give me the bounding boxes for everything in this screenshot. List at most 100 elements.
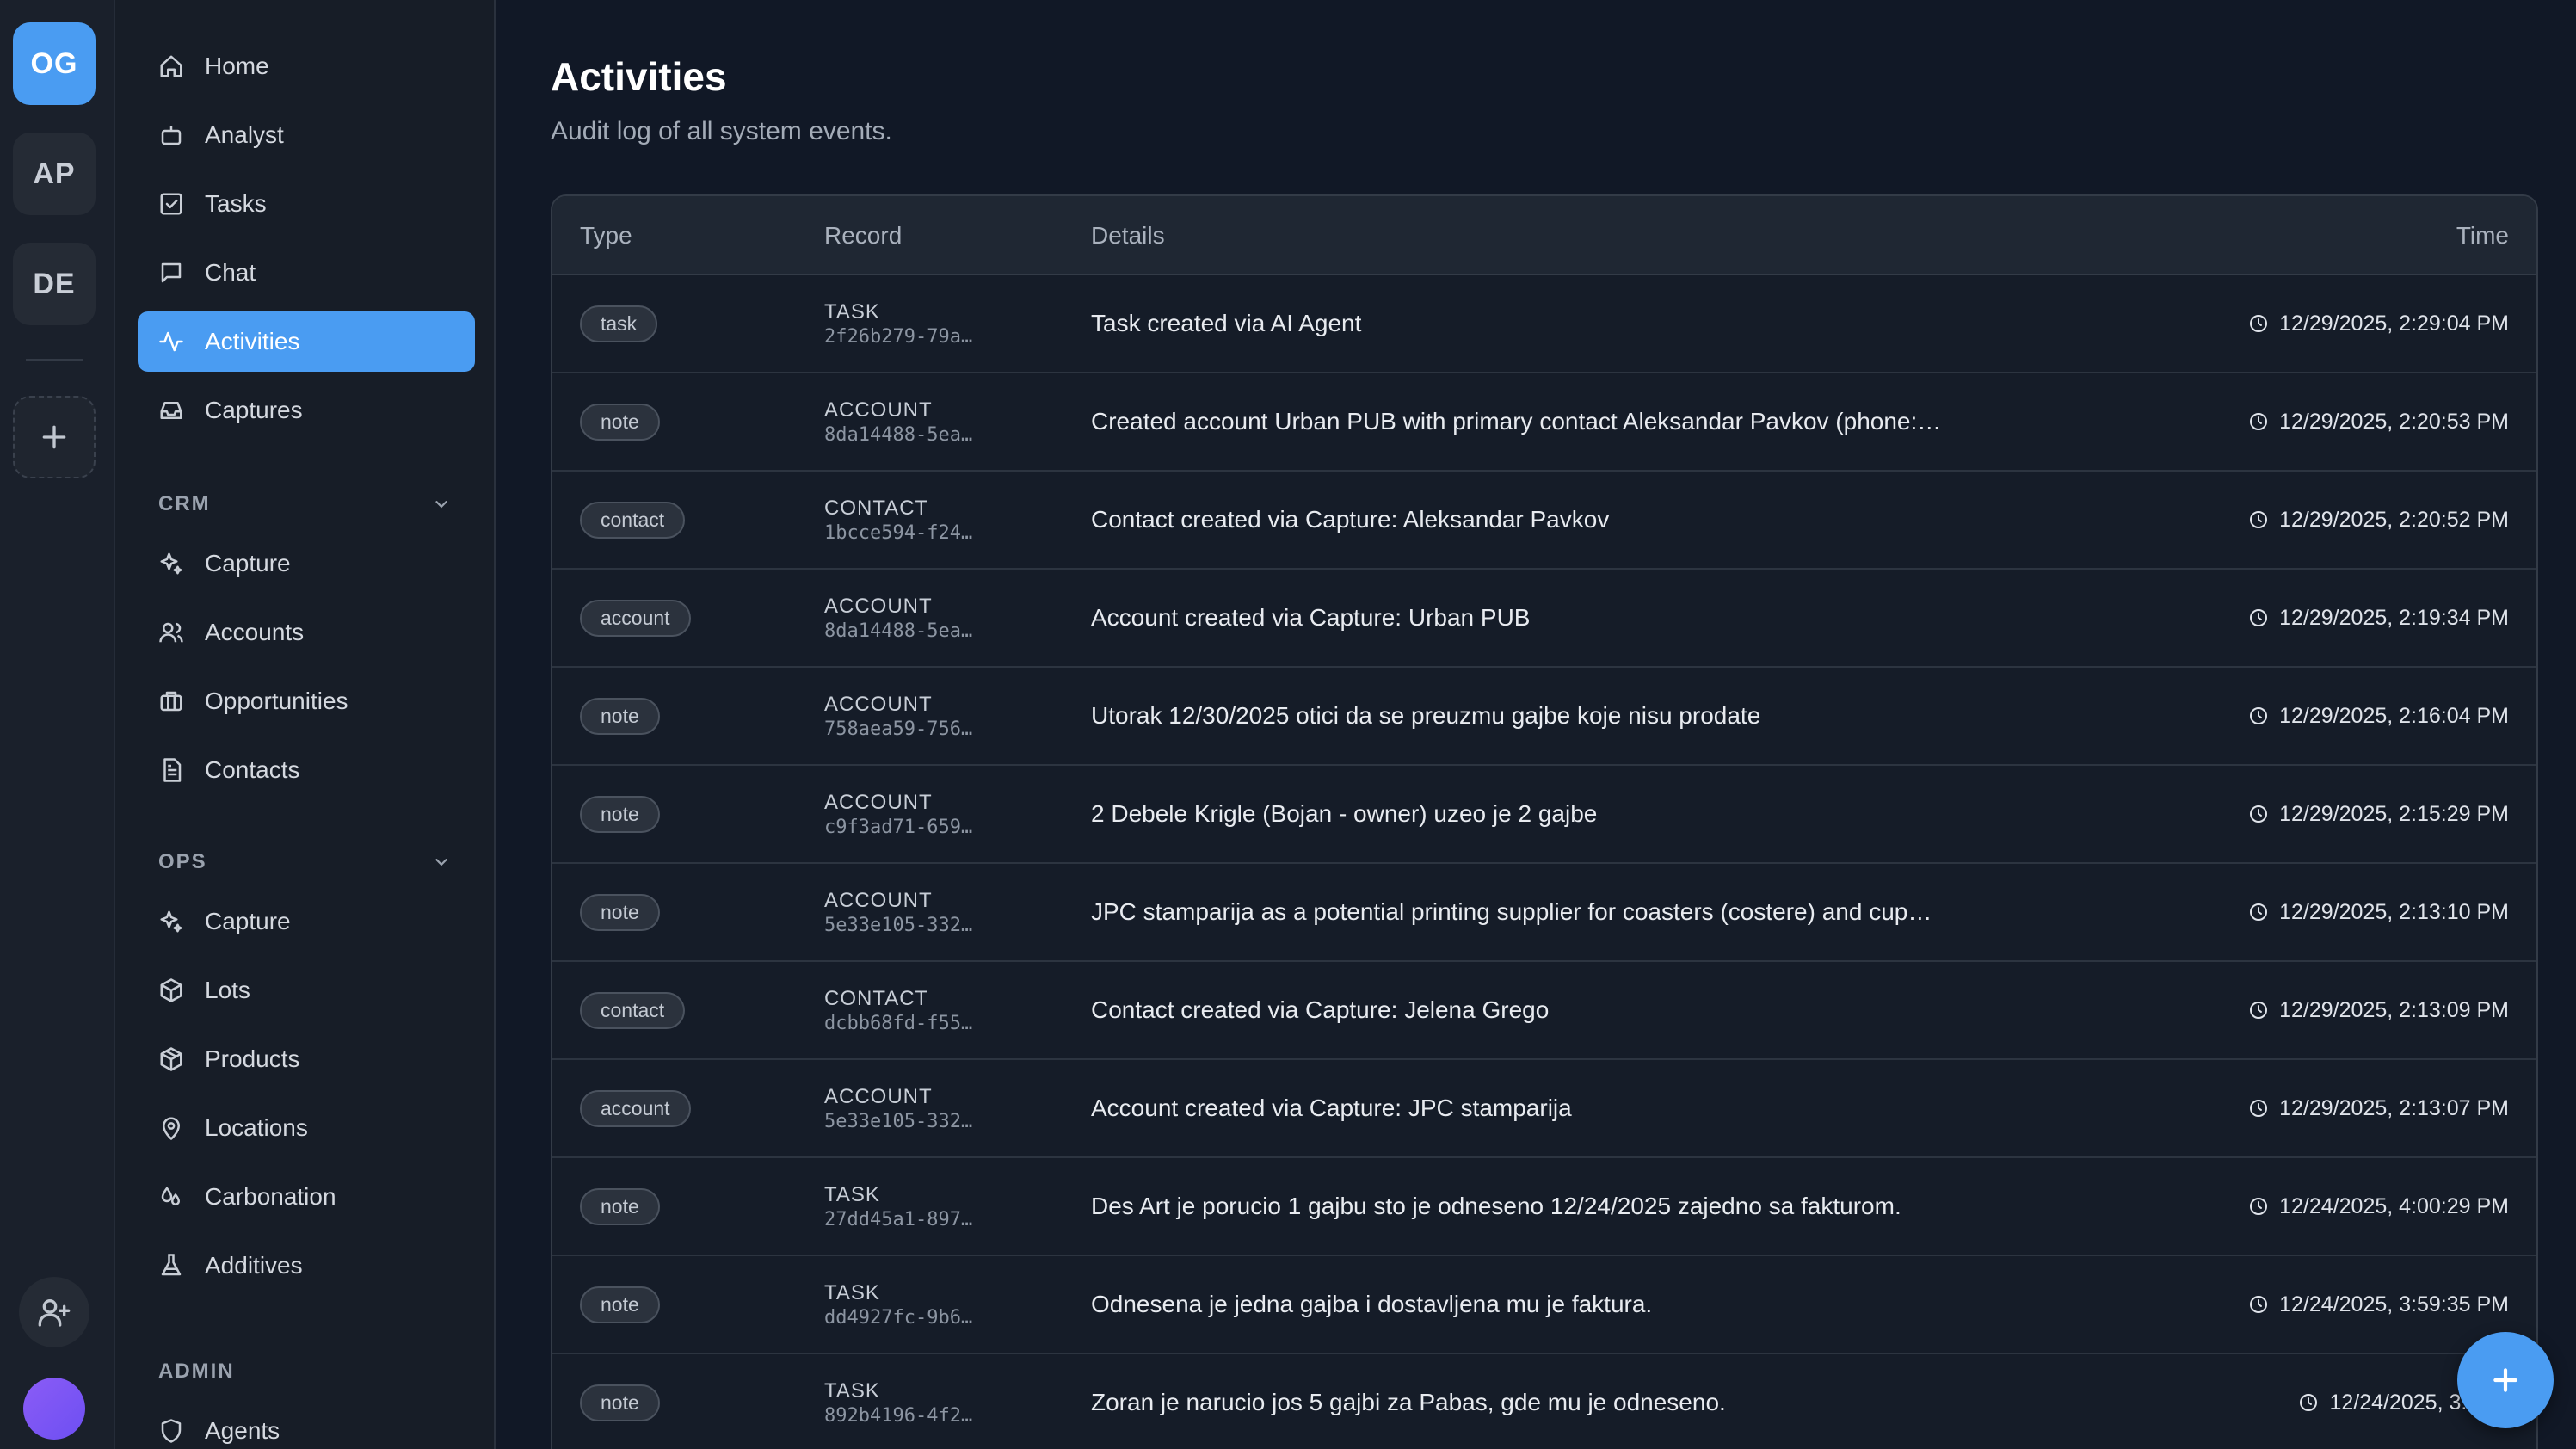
record-cell[interactable]: TASK dd4927fc-9b6… (824, 1256, 972, 1353)
clock-icon (2250, 1100, 2268, 1117)
sidebar-item-products[interactable]: Products (138, 1029, 475, 1089)
page-title: Activities (551, 54, 727, 99)
record-type: TASK (824, 1182, 880, 1206)
table-row[interactable]: note ACCOUNT 5e33e105-332… JPC stamparija a… (552, 864, 2536, 962)
type-badge: note (580, 795, 660, 833)
table-row[interactable]: contact CONTACT 1bcce594-f24… Contact creat… (552, 472, 2536, 570)
time-cell: 12/24/2025, 3:59:35 PM (2248, 1256, 2509, 1353)
record-id: 8da14488-5ea… (824, 423, 973, 446)
column-header-record: Record (824, 222, 903, 249)
details-cell: Zoran je narucio jos 5 gajbi za Pabas, g… (1091, 1389, 1726, 1415)
sidebar-item-label: Lots (205, 977, 250, 1003)
section-header-crm[interactable]: CRM (158, 487, 451, 521)
table-row[interactable]: note TASK dd4927fc-9b6… Odnesena je jedna g… (552, 1256, 2536, 1354)
record-type: ACCOUNT (824, 888, 933, 912)
sidebar-item-locations[interactable]: Locations (138, 1098, 475, 1158)
workspace-de[interactable]: DE (13, 243, 96, 325)
sidebar-item-chat[interactable]: Chat (138, 243, 475, 303)
table-row[interactable]: contact CONTACT dcbb68fd-f55… Contact creat… (552, 962, 2536, 1060)
sidebar-item-opportunities[interactable]: Opportunities (138, 671, 475, 731)
user-avatar[interactable] (23, 1378, 85, 1440)
sidebar-item-label: Opportunities (205, 688, 348, 714)
record-id: 1bcce594-f24… (824, 521, 973, 544)
plus-icon (2493, 1368, 2517, 1392)
clock-icon (2250, 805, 2268, 823)
time-cell: 12/29/2025, 2:19:34 PM (2248, 570, 2509, 666)
record-cell[interactable]: ACCOUNT 758aea59-756… (824, 668, 972, 764)
sidebar-item-home[interactable]: Home (138, 36, 475, 96)
table-row[interactable]: task TASK 2f26b279-79a… Task created via AI… (552, 275, 2536, 373)
sidebar-item-carbonation[interactable]: Carbonation (138, 1167, 475, 1227)
add-activity-button[interactable] (2457, 1332, 2554, 1428)
record-cell[interactable]: TASK 892b4196-4f2… (824, 1354, 972, 1449)
sidebar-item-ops-capture[interactable]: Capture (138, 891, 475, 952)
record-cell[interactable]: CONTACT dcbb68fd-f55… (824, 962, 972, 1058)
sparkles-icon (160, 552, 182, 575)
type-cell: contact (580, 962, 686, 1058)
sidebar-item-crm-capture[interactable]: Capture (138, 533, 475, 594)
clock-icon (2250, 1198, 2268, 1215)
record-cell[interactable]: ACCOUNT 5e33e105-332… (824, 1060, 972, 1156)
sidebar-item-label: Products (205, 1045, 300, 1072)
section-header-ops[interactable]: OPS (158, 845, 451, 879)
record-cell[interactable]: TASK 2f26b279-79a… (824, 275, 972, 372)
time-cell: 12/29/2025, 2:13:07 PM (2248, 1060, 2509, 1156)
record-type: ACCOUNT (824, 398, 933, 422)
main-content: Activities Audit log of all system event… (496, 0, 2576, 1449)
table-header: Type Record Details Time (552, 196, 2536, 275)
map-pin-icon (163, 1117, 180, 1140)
type-badge: contact (580, 501, 686, 539)
time-cell: 12/29/2025, 2:13:10 PM (2248, 864, 2509, 960)
record-cell[interactable]: ACCOUNT 5e33e105-332… (824, 864, 972, 960)
table-row[interactable]: account ACCOUNT 8da14488-5ea… Account creat… (552, 570, 2536, 668)
sidebar-item-captures[interactable]: Captures (138, 380, 475, 441)
clock-icon (2250, 707, 2268, 724)
record-cell[interactable]: ACCOUNT c9f3ad71-659… (824, 766, 972, 862)
record-type: TASK (824, 1280, 880, 1304)
workspace-og[interactable]: OG (13, 22, 96, 105)
sidebar-item-additives[interactable]: Additives (138, 1236, 475, 1296)
add-workspace-button[interactable] (13, 396, 96, 478)
details-cell: JPC stamparija as a potential printing s… (1091, 898, 1932, 925)
details-cell: Odnesena je jedna gajba i dostavljena mu… (1091, 1291, 1653, 1317)
chevron-down-icon (435, 501, 447, 509)
table-body: task TASK 2f26b279-79a… Task created via AI… (552, 275, 2536, 1449)
workspace-ap[interactable]: AP (13, 133, 96, 215)
table-row[interactable]: note TASK 27dd45a1-897… Des Art je porucio … (552, 1158, 2536, 1256)
sidebar-item-activities[interactable]: Activities (138, 311, 475, 372)
record-type: CONTACT (824, 496, 929, 520)
sidebar-item-contacts[interactable]: Contacts (138, 740, 475, 800)
bot-icon (161, 126, 182, 145)
sidebar-item-label: Capture (205, 908, 291, 934)
record-type: ACCOUNT (824, 1084, 933, 1108)
record-cell[interactable]: ACCOUNT 8da14488-5ea… (824, 570, 972, 666)
table-row[interactable]: account ACCOUNT 5e33e105-332… Account creat… (552, 1060, 2536, 1158)
clock-icon (2250, 413, 2268, 430)
table-row[interactable]: note ACCOUNT 758aea59-756… Utorak 12/30/202… (552, 668, 2536, 766)
table-row[interactable]: note TASK 892b4196-4f2… Zoran je narucio jo… (552, 1354, 2536, 1449)
sidebar-item-tasks[interactable]: Tasks (138, 174, 475, 234)
sidebar-item-accounts[interactable]: Accounts (138, 602, 475, 663)
record-cell[interactable]: TASK 27dd45a1-897… (824, 1158, 972, 1255)
table-row[interactable]: note ACCOUNT c9f3ad71-659… 2 Debele Krigle … (552, 766, 2536, 864)
type-cell: note (580, 373, 660, 470)
record-cell[interactable]: ACCOUNT 8da14488-5ea… (824, 373, 972, 470)
sidebar-item-analyst[interactable]: Analyst (138, 105, 475, 165)
sidebar-item-label: Additives (205, 1252, 303, 1279)
shield-icon (161, 1419, 182, 1443)
sidebar-item-agents[interactable]: Agents (138, 1401, 475, 1449)
plus-icon (42, 425, 66, 449)
table-row[interactable]: note ACCOUNT 8da14488-5ea… Created account … (552, 373, 2536, 472)
type-badge: note (580, 1286, 660, 1323)
type-badge: note (580, 1384, 660, 1421)
chat-icon (161, 262, 182, 283)
invite-user-button[interactable] (19, 1277, 89, 1347)
type-badge: note (580, 697, 660, 735)
record-cell[interactable]: CONTACT 1bcce594-f24… (824, 472, 972, 568)
time-text: 12/29/2025, 2:13:09 PM (2279, 997, 2509, 1022)
type-cell: note (580, 766, 660, 862)
activity-icon (159, 331, 183, 352)
sidebar-item-lots[interactable]: Lots (138, 960, 475, 1020)
section-header-admin: ADMIN (158, 1354, 451, 1389)
record-id: 758aea59-756… (824, 718, 973, 740)
